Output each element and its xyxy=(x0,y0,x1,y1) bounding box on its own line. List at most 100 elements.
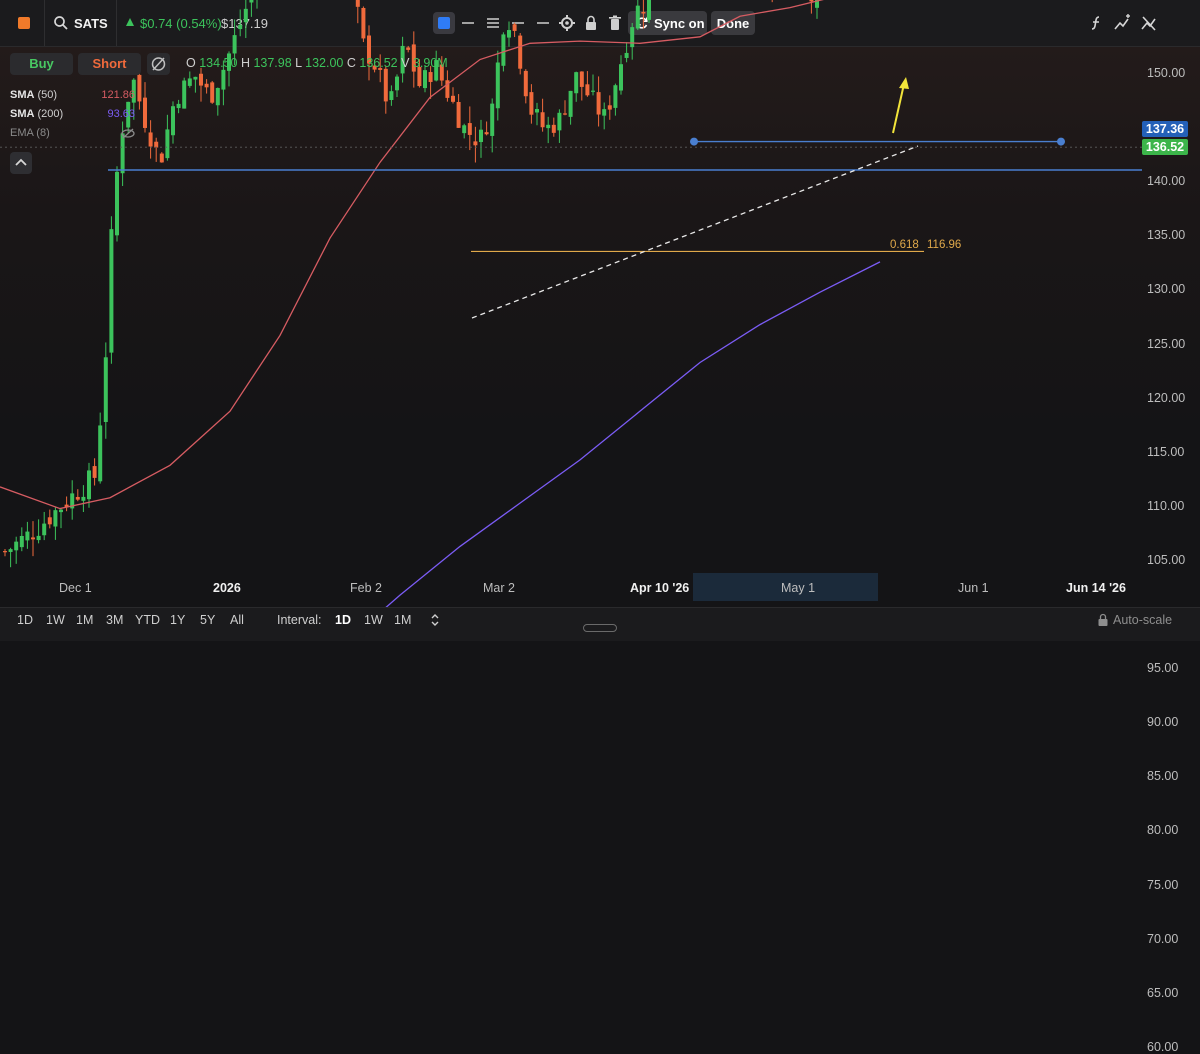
candle-body xyxy=(383,68,388,102)
x-label: Mar 2 xyxy=(483,581,515,595)
candle-body xyxy=(647,0,651,20)
interval-1w[interactable]: 1W xyxy=(364,613,383,627)
candle-body xyxy=(120,133,125,174)
y-label: 85.00 xyxy=(1147,769,1179,784)
fib-price-label: 116.96 xyxy=(927,239,962,251)
candle-body xyxy=(635,5,640,29)
lock-icon[interactable] xyxy=(1097,613,1109,627)
candle-body xyxy=(36,535,41,541)
candle-body xyxy=(187,78,192,86)
y-label: 120.00 xyxy=(1147,390,1186,405)
indicator-sma-50[interactable]: SMA (50) 121.86 xyxy=(10,89,135,101)
candle-body xyxy=(591,90,595,92)
candle-body xyxy=(607,105,612,110)
y-label: 70.00 xyxy=(1147,931,1179,946)
candle-body xyxy=(462,125,467,134)
y-label: 90.00 xyxy=(1147,715,1179,730)
candle-body xyxy=(81,496,86,501)
timeframe-all[interactable]: All xyxy=(230,613,244,627)
timeframe-3m[interactable]: 3M xyxy=(106,613,123,627)
timeframe-1w[interactable]: 1W xyxy=(46,613,65,627)
ohlc-readout: O 134.50 H 137.98 L 132.00 C 136.52 V 3.… xyxy=(186,56,448,70)
candle-body xyxy=(529,92,534,115)
candle-body xyxy=(75,496,80,500)
collapse-button[interactable] xyxy=(10,152,32,174)
line-handle xyxy=(1057,137,1065,146)
x-label: May 1 xyxy=(781,581,816,595)
trendline xyxy=(471,145,919,319)
candle-body xyxy=(518,35,523,69)
candle-body xyxy=(473,141,478,146)
y-label: 65.00 xyxy=(1147,985,1179,1000)
candle-body xyxy=(484,132,489,135)
x-label: Jun 1 xyxy=(958,581,989,595)
candle-body xyxy=(53,510,58,527)
compare-button[interactable] xyxy=(147,53,170,75)
indicator-sma-200[interactable]: SMA (200) 93.63 xyxy=(10,108,135,120)
timeframe-1d[interactable]: 1D xyxy=(17,613,33,627)
candle-body xyxy=(512,24,517,31)
timeframe-5y[interactable]: 5Y xyxy=(200,613,215,627)
candle-body xyxy=(641,11,646,14)
x-label: 2026 xyxy=(213,581,241,595)
timeframe-1m[interactable]: 1M xyxy=(76,613,93,627)
annotation-arrow xyxy=(892,83,905,134)
candle-body xyxy=(115,171,119,236)
candle-body xyxy=(406,47,411,50)
candle-body xyxy=(579,71,584,87)
candle-body xyxy=(182,80,187,109)
chevron-up-icon xyxy=(15,158,27,166)
candle-body xyxy=(809,0,814,2)
candle-body xyxy=(59,509,63,513)
arrow-head xyxy=(899,77,909,89)
short-button[interactable]: Short xyxy=(78,53,141,75)
line-price-tag: 137.36 xyxy=(1142,121,1188,137)
candle-body xyxy=(451,95,455,102)
y-label: 125.00 xyxy=(1147,336,1186,351)
candle-body xyxy=(568,90,573,117)
candle-body xyxy=(249,0,254,3)
x-label: Dec 1 xyxy=(59,581,92,595)
indicator-ema-8[interactable]: EMA (8) xyxy=(10,127,135,139)
candle-body xyxy=(215,87,220,106)
candle-body xyxy=(204,83,209,88)
candle-body xyxy=(501,34,506,66)
interval-1m[interactable]: 1M xyxy=(394,613,411,627)
line-handle xyxy=(690,137,698,146)
candle-body xyxy=(479,129,483,143)
candle-body xyxy=(8,549,13,552)
candle-body xyxy=(467,123,472,135)
candle-body xyxy=(423,70,427,89)
y-label: 110.00 xyxy=(1147,498,1185,513)
interval-1d[interactable]: 1D xyxy=(335,613,351,627)
eye-off-icon[interactable] xyxy=(121,128,135,139)
candle-body xyxy=(19,535,24,548)
autoscale-toggle[interactable]: Auto-scale xyxy=(1113,613,1172,627)
candle-body xyxy=(456,102,461,128)
candle-body xyxy=(176,103,181,109)
candle-body xyxy=(3,551,7,553)
candle-body xyxy=(210,82,215,103)
last-price-tag: 136.52 xyxy=(1142,139,1188,155)
candle-body xyxy=(137,74,142,102)
candle-body xyxy=(551,124,556,133)
candle-body xyxy=(535,109,539,113)
price-chart[interactable] xyxy=(0,0,1200,640)
timeframe-1y[interactable]: 1Y xyxy=(170,613,185,627)
candle-body xyxy=(546,124,551,129)
x-label-crosshair: Apr 10 '26 xyxy=(630,581,690,595)
candle-body xyxy=(540,112,545,128)
candle-body xyxy=(31,537,35,540)
candle-body xyxy=(428,72,433,82)
y-label: 80.00 xyxy=(1147,823,1179,838)
candle-body xyxy=(25,531,30,541)
y-label: 105.00 xyxy=(1147,552,1186,567)
drag-handle[interactable] xyxy=(583,624,617,632)
updown-chevron-icon[interactable] xyxy=(430,613,440,627)
candle-body xyxy=(143,97,147,128)
candle-body xyxy=(523,70,528,97)
candle-body xyxy=(395,76,399,91)
y-label: 75.00 xyxy=(1147,877,1179,892)
buy-button[interactable]: Buy xyxy=(10,53,73,75)
timeframe-ytd[interactable]: YTD xyxy=(135,613,160,627)
